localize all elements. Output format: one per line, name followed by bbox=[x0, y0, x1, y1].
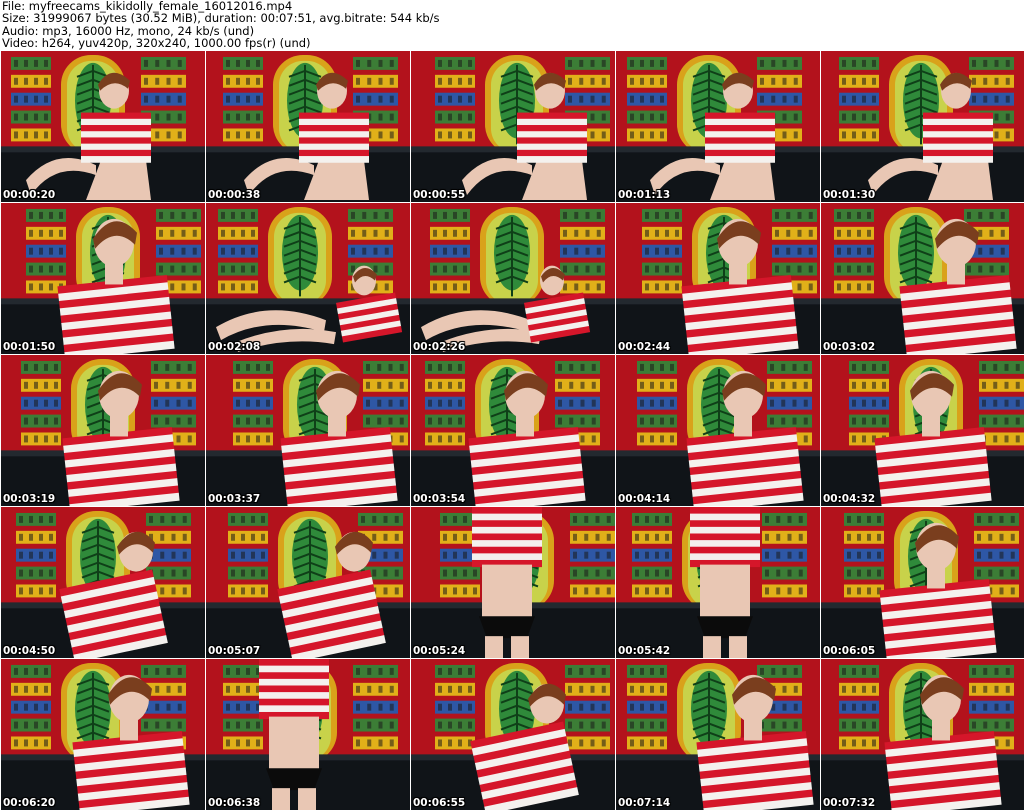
thumbnail-timestamp: 00:01:30 bbox=[823, 189, 876, 201]
thumbnail-frame-image bbox=[1, 355, 205, 506]
thumbnail-timestamp: 00:03:02 bbox=[823, 341, 876, 353]
video-thumbnail: 00:03:02 bbox=[821, 202, 1024, 354]
thumbnail-timestamp: 00:04:50 bbox=[3, 645, 56, 657]
video-thumbnail: 00:04:14 bbox=[616, 354, 820, 506]
video-thumbnail: 00:07:14 bbox=[616, 658, 820, 810]
video-thumbnail: 00:00:20 bbox=[1, 50, 205, 202]
thumbnail-timestamp: 00:00:55 bbox=[413, 189, 466, 201]
thumbnail-timestamp: 00:06:55 bbox=[413, 797, 466, 809]
tapestry-background bbox=[821, 51, 1024, 202]
thumbnail-frame-image bbox=[411, 507, 615, 658]
thumbnail-frame-image bbox=[411, 355, 615, 506]
thumbnail-timestamp: 00:02:08 bbox=[208, 341, 261, 353]
thumbnail-frame-image bbox=[206, 659, 410, 810]
video-thumbnail: 00:05:42 bbox=[616, 506, 820, 658]
thumbnail-timestamp: 00:06:20 bbox=[3, 797, 56, 809]
video-thumbnail: 00:03:37 bbox=[206, 354, 410, 506]
thumbnail-frame-image bbox=[616, 659, 820, 810]
thumbnail-grid: 00:00:20 00:00:38 00:00:55 00:01:13 00:01:30… bbox=[0, 50, 1024, 811]
video-thumbnail: 00:00:38 bbox=[206, 50, 410, 202]
video-thumbnail: 00:06:38 bbox=[206, 658, 410, 810]
thumbnail-timestamp: 00:07:32 bbox=[823, 797, 876, 809]
thumbnail-frame-image bbox=[1, 659, 205, 810]
video-thumbnail: 00:07:32 bbox=[821, 658, 1024, 810]
thumbnail-timestamp: 00:05:42 bbox=[618, 645, 671, 657]
thumbnail-timestamp: 00:05:24 bbox=[413, 645, 466, 657]
thumbnail-frame-image bbox=[616, 51, 820, 202]
thumbnail-timestamp: 00:00:38 bbox=[208, 189, 261, 201]
thumbnail-frame-image bbox=[1, 203, 205, 354]
video-thumbnail: 00:02:08 bbox=[206, 202, 410, 354]
video-thumbnail: 00:06:55 bbox=[411, 658, 615, 810]
video-thumbnail: 00:01:30 bbox=[821, 50, 1024, 202]
thumbnail-frame-image bbox=[821, 203, 1024, 354]
thumbnail-frame-image bbox=[616, 203, 820, 354]
thumbnail-frame-image bbox=[616, 355, 820, 506]
thumbnail-frame-image bbox=[411, 203, 615, 354]
thumbnail-frame-image bbox=[206, 203, 410, 354]
thumbnail-frame-image bbox=[206, 507, 410, 658]
thumbnail-frame-image bbox=[821, 51, 1024, 202]
thumbnail-frame-image bbox=[206, 51, 410, 202]
file-size-line: Size: 31999067 bytes (30.52 MiB), durati… bbox=[2, 11, 440, 26]
thumbnail-frame-image bbox=[1, 51, 205, 202]
video-thumbnail: 00:04:50 bbox=[1, 506, 205, 658]
thumbnail-timestamp: 00:03:37 bbox=[208, 493, 261, 505]
video-info-line: Video: h264, yuv420p, 320x240, 1000.00 f… bbox=[2, 35, 311, 50]
thumbnail-timestamp: 00:01:50 bbox=[3, 341, 56, 353]
video-thumbnail: 00:03:19 bbox=[1, 354, 205, 506]
video-thumbnail: 00:04:32 bbox=[821, 354, 1024, 506]
video-thumbnail: 00:05:24 bbox=[411, 506, 615, 658]
video-thumbnail: 00:02:26 bbox=[411, 202, 615, 354]
thumbnail-frame-image bbox=[821, 507, 1024, 658]
thumbnail-timestamp: 00:06:05 bbox=[823, 645, 876, 657]
video-thumbnail: 00:01:13 bbox=[616, 50, 820, 202]
thumbnail-frame-image bbox=[821, 355, 1024, 506]
thumbnail-timestamp: 00:00:20 bbox=[3, 189, 56, 201]
thumbnail-timestamp: 00:06:38 bbox=[208, 797, 261, 809]
thumbnail-timestamp: 00:04:14 bbox=[618, 493, 671, 505]
thumbnail-timestamp: 00:04:32 bbox=[823, 493, 876, 505]
thumbnail-timestamp: 00:02:26 bbox=[413, 341, 466, 353]
video-thumbnail: 00:03:54 bbox=[411, 354, 615, 506]
thumbnail-frame-image bbox=[411, 659, 615, 810]
thumbnail-timestamp: 00:02:44 bbox=[618, 341, 671, 353]
file-info-header: File: myfreecams_kikidolly_female_160120… bbox=[2, 0, 1022, 50]
thumbnail-timestamp: 00:01:13 bbox=[618, 189, 671, 201]
thumbnail-timestamp: 00:07:14 bbox=[618, 797, 671, 809]
thumbnail-frame-image bbox=[206, 355, 410, 506]
video-thumbnail: 00:00:55 bbox=[411, 50, 615, 202]
video-thumbnail: 00:06:20 bbox=[1, 658, 205, 810]
video-thumbnail: 00:05:07 bbox=[206, 506, 410, 658]
video-thumbnail: 00:02:44 bbox=[616, 202, 820, 354]
thumbnail-frame-image bbox=[1, 507, 205, 658]
thumbnail-frame-image bbox=[411, 51, 615, 202]
thumbnail-timestamp: 00:03:54 bbox=[413, 493, 466, 505]
thumbnail-frame-image bbox=[821, 659, 1024, 810]
thumbnail-timestamp: 00:05:07 bbox=[208, 645, 261, 657]
video-thumbnail: 00:01:50 bbox=[1, 202, 205, 354]
thumbnail-frame-image bbox=[616, 507, 820, 658]
video-thumbnail: 00:06:05 bbox=[821, 506, 1024, 658]
thumbnail-timestamp: 00:03:19 bbox=[3, 493, 56, 505]
